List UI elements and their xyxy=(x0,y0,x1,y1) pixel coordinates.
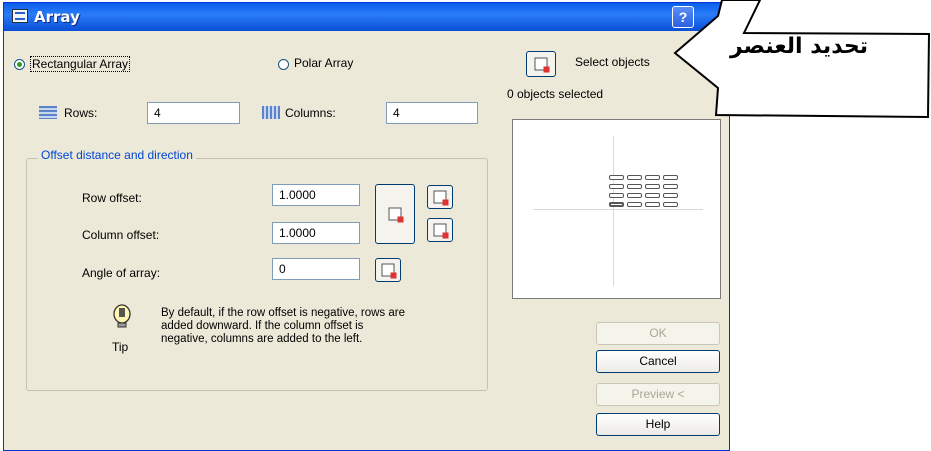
callout-text: تحديد العنصر xyxy=(730,34,869,59)
callout-overlay xyxy=(673,0,931,119)
